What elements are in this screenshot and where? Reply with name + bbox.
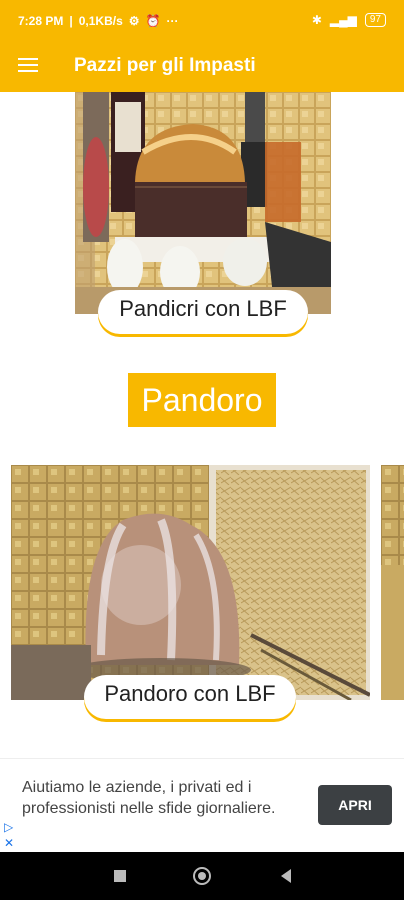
- ad-open-button[interactable]: APRI: [318, 785, 392, 825]
- pandoro-image[interactable]: [11, 465, 370, 700]
- app-title: Pazzi per gli Impasti: [74, 55, 256, 76]
- status-separator: |: [69, 14, 73, 28]
- status-bar: 7:28 PM | 0,1KB/s ⚙ ⏰ ··· ✱ ▂▄▆ 97: [0, 0, 404, 42]
- bluetooth-icon: ✱: [311, 13, 322, 27]
- ad-text: Aiutiamo le aziende, i privati ed i prof…: [22, 779, 276, 817]
- system-nav-bar: [0, 852, 404, 900]
- status-network-speed: 0,1KB/s: [78, 14, 123, 28]
- pandoro-caption[interactable]: Pandoro con LBF: [84, 675, 296, 719]
- back-icon[interactable]: [276, 866, 296, 886]
- recent-apps-icon[interactable]: [110, 866, 130, 886]
- more-icon: ···: [166, 14, 179, 28]
- section-title-pandoro: Pandoro: [128, 373, 276, 427]
- alarm-icon: ⏰: [145, 14, 161, 28]
- pandicri-image[interactable]: [75, 92, 331, 314]
- battery-icon: 97: [364, 13, 386, 27]
- ad-choices-icon[interactable]: ▷ ✕: [4, 819, 14, 851]
- signal-icon: ▂▄▆: [329, 13, 357, 27]
- ad-banner[interactable]: Aiutiamo le aziende, i privati ed i prof…: [0, 758, 404, 852]
- status-time: 7:28 PM: [18, 14, 64, 28]
- home-icon[interactable]: [192, 866, 212, 886]
- next-card-peek[interactable]: [381, 465, 404, 700]
- app-bar: Pazzi per gli Impasti: [0, 42, 404, 92]
- pandicri-caption[interactable]: Pandicri con LBF: [98, 290, 308, 334]
- menu-icon[interactable]: [18, 54, 42, 78]
- settings-icon: ⚙: [128, 14, 140, 28]
